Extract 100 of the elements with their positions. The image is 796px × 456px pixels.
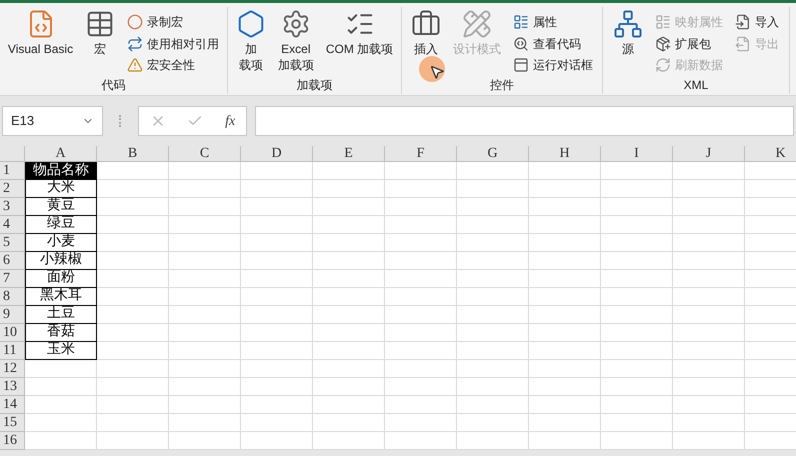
table-cell: 大米: [25, 179, 97, 198]
table-cell: [241, 180, 313, 198]
table-cell: [673, 360, 745, 378]
ribbon-button[interactable]: 加 载项: [232, 7, 270, 76]
table-cell: [673, 234, 745, 252]
table-cell: 绿豆: [25, 215, 97, 234]
table-icon: [85, 9, 116, 39]
table-cell: [601, 414, 673, 432]
table-cell: [601, 342, 673, 360]
row-header[interactable]: 8: [0, 288, 25, 306]
table-cell: [601, 216, 673, 234]
table-cell: [673, 324, 745, 342]
row-header[interactable]: 12: [0, 360, 25, 378]
column-header[interactable]: C: [169, 146, 241, 161]
column-header[interactable]: H: [529, 146, 601, 161]
cursor-icon: [429, 64, 445, 80]
table-cell: [169, 288, 241, 306]
table-cell: 物品名称: [25, 162, 97, 180]
ribbon-button[interactable]: 宏安全性: [123, 54, 224, 76]
table-cell: [385, 306, 457, 324]
ribbon-button[interactable]: 扩展包: [651, 32, 727, 54]
row-header[interactable]: 3: [0, 198, 25, 216]
table-cell: 小辣椒: [25, 251, 97, 270]
row-header[interactable]: 15: [0, 414, 25, 432]
table-cell: [457, 306, 529, 324]
refresh-icon: [655, 57, 671, 74]
ribbon-button[interactable]: COM 加载项: [322, 7, 398, 76]
ribbon-button[interactable]: 查看代码: [509, 32, 597, 54]
table-cell: [97, 252, 169, 270]
table-cell: [169, 360, 241, 378]
ribbon-button[interactable]: 运行对话框: [509, 54, 597, 76]
table-cell: [97, 432, 169, 450]
table-cell: [601, 360, 673, 378]
row-header[interactable]: 2: [0, 180, 25, 198]
ribbon-button[interactable]: 使用相对引用: [123, 32, 224, 54]
ribbon-button[interactable]: 宏: [81, 7, 120, 76]
column-header[interactable]: F: [385, 146, 457, 161]
table-cell: [241, 216, 313, 234]
repeat-icon: [127, 36, 144, 52]
table-cell: [97, 414, 169, 432]
ribbon-button[interactable]: Visual Basic: [4, 7, 78, 76]
warning-icon: [127, 57, 144, 74]
table-cell: [673, 396, 745, 414]
ribbon-button[interactable]: Excel 加载项: [274, 7, 318, 76]
row-header[interactable]: 4: [0, 216, 25, 234]
name-box[interactable]: E13: [2, 106, 103, 136]
table-cell: [97, 306, 169, 324]
table-cell: [457, 432, 529, 450]
table-cell: [169, 180, 241, 198]
table-cell: [313, 342, 385, 360]
record-dot-icon: [127, 14, 144, 30]
table-cell: [169, 414, 241, 432]
column-header[interactable]: K: [745, 146, 796, 161]
table-cell: [241, 432, 313, 450]
formula-input[interactable]: [255, 106, 794, 136]
column-header[interactable]: G: [457, 146, 529, 161]
table-cell: [97, 234, 169, 252]
table-cell: [457, 360, 529, 378]
column-header[interactable]: D: [241, 146, 313, 161]
row-header[interactable]: 13: [0, 378, 25, 396]
ribbon-button[interactable]: 属性: [509, 11, 597, 33]
package-icon: [655, 36, 671, 52]
table-cell: [313, 324, 385, 342]
row-header[interactable]: 1: [0, 162, 25, 180]
row-header[interactable]: 6: [0, 252, 25, 270]
column-header[interactable]: B: [97, 146, 169, 161]
table-cell: 黄豆: [25, 197, 97, 216]
table-cell: [241, 396, 313, 414]
table-cell: [601, 378, 673, 396]
table-cell: [169, 252, 241, 270]
ribbon-button[interactable]: 源: [609, 7, 647, 76]
column-header[interactable]: J: [673, 146, 745, 161]
row-header[interactable]: 10: [0, 324, 25, 342]
tree-icon: [613, 9, 643, 39]
table-cell: [385, 432, 457, 450]
table-cell: [241, 234, 313, 252]
table-cell: [457, 378, 529, 396]
row-header[interactable]: 16: [0, 432, 25, 450]
ribbon-button[interactable]: 录制宏: [123, 11, 224, 33]
row-header[interactable]: 9: [0, 306, 25, 324]
row-header[interactable]: 5: [0, 234, 25, 252]
table-cell: [385, 252, 457, 270]
table-cell: [601, 270, 673, 288]
row-header[interactable]: 14: [0, 396, 25, 414]
column-header[interactable]: I: [601, 146, 673, 161]
table-cell: [241, 342, 313, 360]
ribbon-button[interactable]: 导入: [731, 11, 783, 33]
table-cell: [601, 234, 673, 252]
table-cell: [313, 396, 385, 414]
table-cell: [601, 396, 673, 414]
table-cell: 黑木耳: [25, 287, 97, 306]
table-cell: [241, 378, 313, 396]
row-header[interactable]: 11: [0, 342, 25, 360]
table-cell: [313, 252, 385, 270]
column-header[interactable]: A: [25, 146, 97, 161]
row-header[interactable]: 7: [0, 270, 25, 288]
insert-function-button[interactable]: fx: [225, 110, 236, 132]
table-cell: [385, 216, 457, 234]
column-header[interactable]: E: [313, 146, 385, 161]
table-cell: [385, 396, 457, 414]
